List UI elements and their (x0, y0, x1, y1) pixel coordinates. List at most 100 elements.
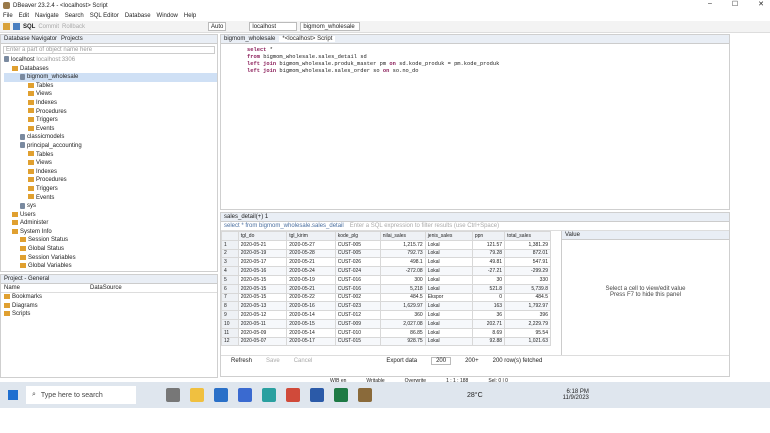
tree-item[interactable]: Events (4, 125, 217, 134)
table-cell[interactable]: 928.75 (379, 336, 426, 347)
refresh-button[interactable]: Refresh (231, 358, 252, 364)
export-data-button[interactable]: Export data (386, 358, 417, 364)
menu-sql-editor[interactable]: SQL Editor (90, 13, 119, 19)
menu-help[interactable]: Help (184, 13, 196, 19)
table-row[interactable]: 12 2020-05-07 2020-05-17 CUST-015 928.75 Loka… (221, 336, 551, 347)
table-cell[interactable]: CUST-015 (334, 336, 381, 347)
table-cell[interactable]: 547.91 (504, 257, 551, 268)
table-cell[interactable]: CUST-002 (334, 292, 381, 303)
code-line[interactable]: select * (247, 47, 729, 54)
table-cell[interactable]: 396 (504, 310, 551, 320)
table-cell[interactable]: CUST-010 (334, 327, 381, 338)
menu-edit[interactable]: Edit (19, 13, 29, 19)
navigator-filter[interactable]: Enter a part of object name here (3, 46, 215, 54)
store-icon[interactable] (238, 388, 252, 402)
tree-item[interactable]: Indexes (4, 168, 217, 177)
table-cell[interactable]: 4 (221, 266, 239, 276)
table-cell[interactable]: CUST-016 (334, 274, 381, 285)
table-row[interactable]: 2 2020-05-19 2020-05-28 CUST-005 792.73 Lokal… (221, 248, 551, 259)
table-cell[interactable]: 30 (471, 274, 506, 285)
code-line[interactable]: left join bigmom_wholesale.produk_master… (247, 61, 729, 68)
table-cell[interactable]: 49.81 (471, 257, 506, 268)
table-cell[interactable]: 2020-05-14 (286, 327, 336, 338)
table-cell[interactable]: 2020-05-07 (237, 336, 288, 347)
column-header[interactable]: tgl_do (237, 231, 288, 241)
tree-item[interactable]: Procedures (4, 176, 217, 185)
column-header[interactable]: ppn (471, 231, 506, 241)
tree-item[interactable]: Users (4, 211, 217, 220)
table-cell[interactable]: 2020-05-12 (237, 310, 288, 320)
table-cell[interactable]: 2020-05-14 (286, 310, 336, 320)
menu-file[interactable]: File (3, 13, 13, 19)
table-row[interactable]: 9 2020-05-12 2020-05-14 CUST-012 360 Lokal 36 3… (221, 310, 551, 320)
tree-item[interactable]: Global Status (4, 245, 217, 254)
table-cell[interactable]: 5 (221, 274, 239, 285)
results-filter-query[interactable]: select * from bigmom_wholesale.sales_det… (224, 223, 344, 229)
sql-text[interactable]: select * from bigmom_wholesale.sales_deta… (221, 44, 729, 75)
table-cell[interactable]: 2020-05-21 (286, 257, 336, 268)
excel-icon[interactable] (334, 388, 348, 402)
table-cell[interactable]: 2020-05-21 (286, 283, 336, 294)
table-cell[interactable]: 121.57 (471, 239, 506, 250)
table-row[interactable]: 7 2020-05-15 2020-05-22 CUST-002 484.5 Ekspor… (221, 292, 551, 303)
table-cell[interactable]: CUST-005 (334, 248, 381, 259)
table-cell[interactable]: 8.69 (471, 327, 506, 338)
table-cell[interactable]: 11 (221, 327, 239, 338)
clock-date[interactable]: 11/9/2023 (563, 395, 589, 401)
table-cell[interactable]: 484.5 (379, 292, 426, 303)
tab-results[interactable]: sales_detail(+) 1 (224, 214, 268, 220)
table-cell[interactable]: CUST-016 (334, 283, 381, 294)
table-cell[interactable]: 36 (471, 310, 506, 320)
table-cell[interactable]: Lokal (424, 327, 473, 338)
tree-item[interactable]: Indexes (4, 99, 217, 108)
table-cell[interactable]: 8 (221, 301, 239, 312)
tree-item[interactable]: Administer (4, 219, 217, 228)
windows-start-icon[interactable] (8, 390, 18, 400)
table-cell[interactable]: 2020-05-21 (237, 239, 288, 250)
table-cell[interactable]: Lokal (424, 301, 473, 312)
table-row[interactable]: 5 2020-05-15 2020-05-19 CUST-016 300 Lokal 30 3… (221, 274, 551, 285)
tree-item[interactable]: Events (4, 194, 217, 203)
table-row[interactable]: 3 2020-05-17 2020-05-21 CUST-026 498.1 Lokal 4… (221, 257, 551, 268)
table-row[interactable]: 8 2020-05-13 2020-05-16 CUST-023 1,629.97 Lok… (221, 301, 551, 312)
table-cell[interactable]: 2020-05-22 (286, 292, 336, 303)
table-cell[interactable]: 2020-05-27 (286, 239, 336, 250)
table-cell[interactable]: CUST-005 (334, 239, 381, 250)
tab-projects[interactable]: Projects (61, 36, 83, 42)
word-icon[interactable] (310, 388, 324, 402)
tree-item[interactable]: Tables (4, 151, 217, 160)
mail-icon[interactable] (214, 388, 228, 402)
table-cell[interactable]: 12 (221, 336, 239, 347)
close-button[interactable]: ✕ (758, 0, 764, 8)
table-cell[interactable]: 5,218 (379, 283, 426, 294)
table-cell[interactable]: 2020-05-11 (237, 318, 288, 329)
table-cell[interactable]: 330 (504, 274, 551, 285)
table-cell[interactable]: 2020-05-13 (237, 301, 288, 312)
table-cell[interactable]: 6 (221, 283, 239, 294)
table-cell[interactable]: Ekspor (424, 292, 473, 303)
table-cell[interactable]: 2020-05-16 (237, 266, 288, 276)
table-cell[interactable]: 0 (471, 292, 506, 303)
menu-window[interactable]: Window (157, 13, 178, 19)
table-row[interactable]: 1 2020-05-21 2020-05-27 CUST-005 1,215.72 Lok… (221, 239, 551, 250)
sql-editor-icon[interactable] (13, 23, 20, 30)
table-row[interactable]: 10 2020-05-11 2020-05-15 CUST-009 2,027.08 Lo… (221, 318, 551, 329)
table-cell[interactable]: CUST-009 (334, 318, 381, 329)
schema-select[interactable]: bigmom_wholesale (300, 22, 361, 31)
tree-item[interactable]: System Info (4, 228, 217, 237)
table-cell[interactable]: -27.21 (471, 266, 506, 276)
column-header[interactable] (221, 231, 239, 241)
table-cell[interactable]: 2020-05-15 (237, 283, 288, 294)
project-item[interactable]: Bookmarks (4, 293, 217, 302)
table-cell[interactable]: Lokal (424, 318, 473, 329)
table-cell[interactable]: Lokal (424, 266, 473, 276)
menu-navigate[interactable]: Navigate (35, 13, 59, 19)
results-filter-input[interactable]: Enter a SQL expression to filter results… (350, 223, 499, 229)
table-cell[interactable]: 792.73 (379, 248, 426, 259)
table-cell[interactable]: 92.88 (471, 336, 506, 347)
table-cell[interactable]: Lokal (424, 310, 473, 320)
project-item[interactable]: Scripts (4, 310, 217, 319)
column-header[interactable]: nilai_sales (379, 231, 426, 241)
tree-item[interactable]: classicmodels (4, 133, 217, 142)
tree-item[interactable]: Procedures (4, 108, 217, 117)
